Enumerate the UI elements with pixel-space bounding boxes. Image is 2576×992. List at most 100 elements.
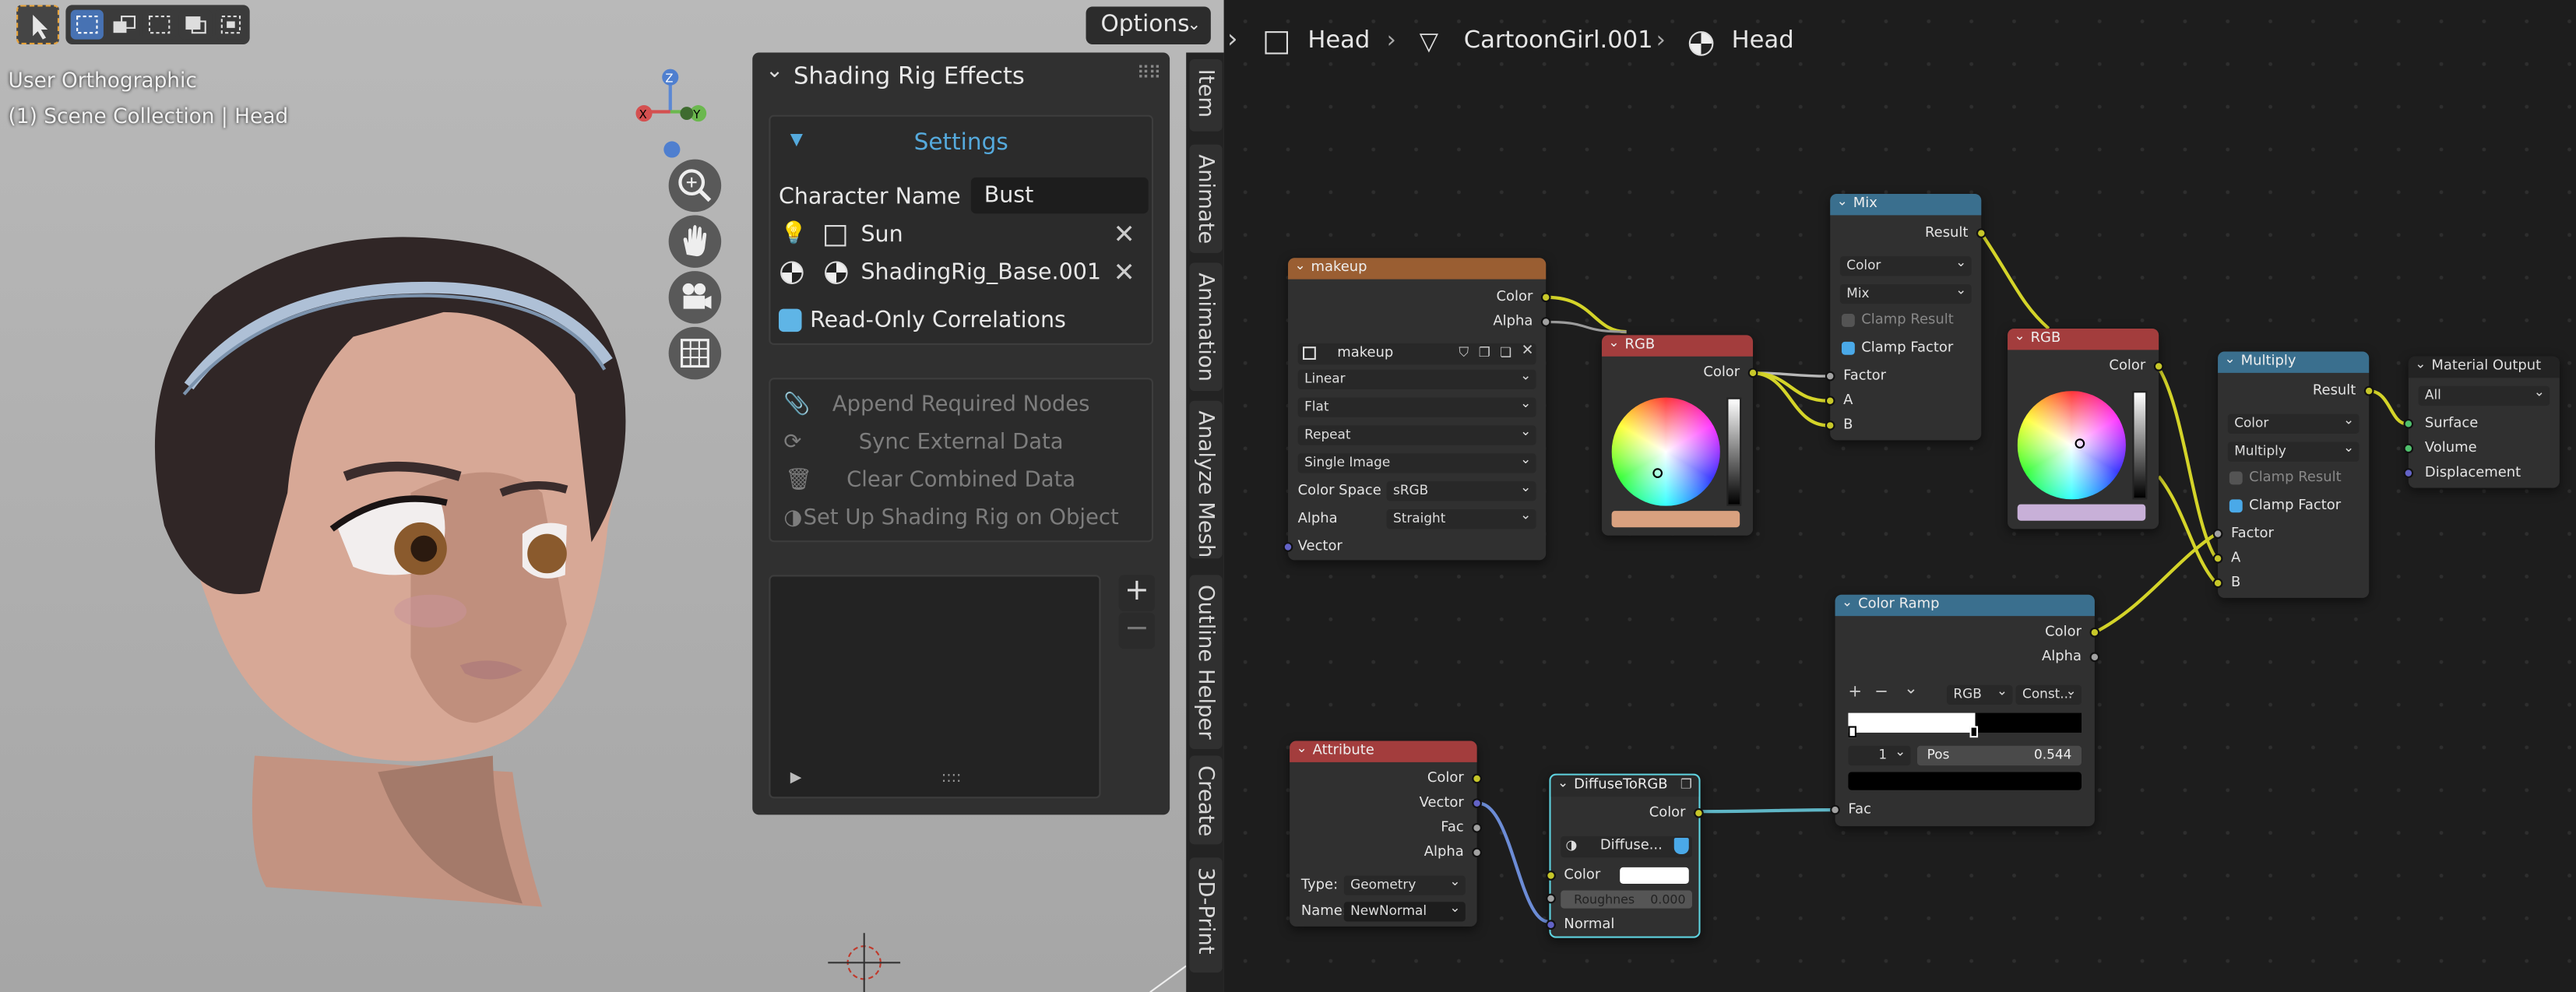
group-selector[interactable]: ◑ Diffuse...: [1561, 835, 1692, 858]
tab-animation[interactable]: Animation: [1189, 262, 1223, 392]
value-slider[interactable]: [2132, 391, 2148, 500]
color-wheel[interactable]: [1611, 397, 1720, 506]
alpha-dropdown[interactable]: Straight: [1386, 506, 1536, 529]
light-row[interactable]: 💡 Sun ✕: [770, 219, 1151, 255]
colorspace-dropdown[interactable]: sRGB: [1386, 478, 1536, 501]
node-attribute[interactable]: Attribute Color Vector Fac Alpha Type: G…: [1290, 737, 1482, 927]
node-header[interactable]: Color Ramp: [1835, 591, 2095, 617]
socket[interactable]: [1472, 773, 1482, 784]
clamp-factor-checkbox[interactable]: [1841, 341, 1855, 355]
socket[interactable]: [2403, 443, 2414, 454]
socket[interactable]: [1825, 420, 1835, 431]
node-rgb-1[interactable]: RGB Color: [1601, 332, 1758, 536]
sync-external-button[interactable]: ⟳ Sync External Data: [770, 425, 1151, 461]
source-dropdown[interactable]: Single Image: [1297, 450, 1536, 473]
open-folder-icon[interactable]: ❏: [1500, 345, 1511, 360]
interpolation-dropdown[interactable]: Linear: [1297, 366, 1536, 389]
play-icon[interactable]: ▶: [790, 770, 802, 786]
socket[interactable]: [2212, 553, 2223, 564]
clamp-result-checkbox[interactable]: [2229, 471, 2243, 485]
chevron-down-icon[interactable]: ⌄: [765, 59, 783, 84]
socket[interactable]: [1694, 807, 1704, 818]
ramp-interp-dropdown[interactable]: Const...: [2015, 682, 2082, 705]
clamp-factor-checkbox[interactable]: [2229, 499, 2243, 513]
color-picker-dot[interactable]: [1652, 468, 1663, 478]
chevron-down-icon[interactable]: ⌄: [1904, 680, 1918, 698]
remove-stop-icon[interactable]: −: [1874, 684, 1888, 702]
node-color-ramp[interactable]: Color Ramp Color Alpha + − ⌄ RGB Const..…: [1830, 591, 2100, 827]
socket[interactable]: [1825, 371, 1835, 382]
socket[interactable]: [2403, 468, 2414, 478]
ramp-stop-handle[interactable]: [1848, 726, 1856, 738]
name-input[interactable]: NewNormal: [1343, 899, 1466, 922]
material-row[interactable]: ShadingRig_Base.001 ✕: [770, 256, 1151, 292]
node-header[interactable]: RGB: [1601, 332, 1754, 357]
tab-outline-helper[interactable]: Outline Helper: [1189, 575, 1223, 750]
correlation-list[interactable]: ▶ ::::: [769, 575, 1101, 799]
shader-node-editor[interactable]: › Head › ▽ CartoonGirl.001 › Head makeup…: [1223, 0, 2576, 992]
roughness-slider[interactable]: Roughnes 0.000: [1561, 890, 1692, 909]
clear-data-button[interactable]: 🗑 Clear Combined Data: [770, 463, 1151, 499]
add-item-button[interactable]: +: [1118, 574, 1156, 611]
settings-subpanel-header[interactable]: ▼ Settings: [770, 117, 1151, 167]
panel-header[interactable]: ⌄ Shading Rig Effects ⠿⠿: [752, 53, 1170, 102]
tab-animate[interactable]: Animate: [1189, 144, 1223, 253]
stop-index-field[interactable]: 1: [1848, 743, 1911, 766]
node-rgb-2[interactable]: RGB Color: [2008, 325, 2164, 529]
socket[interactable]: [1472, 847, 1482, 858]
fake-user-icon[interactable]: ⛉: [1459, 345, 1469, 361]
socket[interactable]: [1540, 292, 1551, 303]
socket[interactable]: [1472, 822, 1482, 833]
node-image-texture[interactable]: makeup Color Alpha makeup ⛉ ❐ ❏ ✕ Linear…: [1283, 255, 1551, 561]
node-header[interactable]: makeup: [1288, 255, 1547, 280]
clamp-result-checkbox[interactable]: [1841, 313, 1855, 327]
data-type-dropdown[interactable]: Color: [1839, 253, 1972, 276]
close-icon[interactable]: ✕: [1114, 256, 1135, 287]
socket[interactable]: [2153, 361, 2164, 371]
node-header[interactable]: Material Output: [2408, 354, 2560, 378]
node-diffuse-to-rgb[interactable]: DiffuseToRGB ❐ Color ◑ Diffuse... Color …: [1546, 772, 1704, 938]
resize-grip-icon[interactable]: ::::: [941, 770, 962, 786]
socket[interactable]: [2089, 627, 2100, 638]
socket[interactable]: [1546, 893, 1556, 904]
socket[interactable]: [1976, 228, 1987, 238]
close-icon[interactable]: ✕: [1522, 343, 1534, 360]
tab-3d-print[interactable]: 3D-Print: [1189, 857, 1223, 973]
drag-handle-icon[interactable]: ⠿⠿: [1137, 62, 1162, 83]
socket[interactable]: [2363, 385, 2374, 396]
socket[interactable]: [2212, 529, 2223, 539]
node-header[interactable]: Mix: [1830, 191, 1982, 216]
stop-color-field[interactable]: [1848, 772, 2082, 790]
tab-item[interactable]: Item: [1189, 58, 1223, 132]
tab-create[interactable]: Create: [1189, 755, 1223, 845]
readonly-checkbox[interactable]: [778, 308, 802, 332]
node-multiply[interactable]: Multiply Result Color Multiply Clamp Res…: [2212, 348, 2374, 598]
image-selector[interactable]: makeup ⛉ ❐ ❏ ✕: [1297, 343, 1536, 365]
socket[interactable]: [2403, 418, 2414, 429]
node-mix[interactable]: Mix Result Color Mix Clamp Result Clamp …: [1825, 191, 1987, 441]
socket[interactable]: [1830, 804, 1840, 815]
value-slider[interactable]: [1726, 397, 1742, 506]
node-header[interactable]: RGB: [2008, 325, 2159, 350]
node-header[interactable]: Attribute: [1290, 737, 1477, 762]
rgb1-swatch[interactable]: [1611, 511, 1740, 528]
extension-dropdown[interactable]: Repeat: [1297, 422, 1536, 445]
tab-analyze-mesh[interactable]: Analyze Mesh: [1189, 400, 1223, 559]
duplicate-icon[interactable]: ❐: [1479, 345, 1490, 360]
add-stop-icon[interactable]: +: [1848, 684, 1862, 702]
rgb2-swatch[interactable]: [2017, 504, 2146, 521]
node-header[interactable]: DiffuseToRGB: [1550, 772, 1699, 797]
color-swatch[interactable]: [1620, 867, 1689, 885]
color-picker-dot[interactable]: [2075, 438, 2085, 449]
socket[interactable]: [1546, 871, 1556, 881]
append-nodes-button[interactable]: 📎 Append Required Nodes: [770, 388, 1151, 424]
target-dropdown[interactable]: All: [2418, 383, 2550, 406]
ramp-mode-dropdown[interactable]: RGB: [1946, 682, 2013, 705]
close-icon[interactable]: ✕: [1114, 219, 1135, 250]
projection-dropdown[interactable]: Flat: [1297, 394, 1536, 417]
data-type-dropdown[interactable]: Color: [2227, 410, 2360, 434]
shield-icon[interactable]: [1673, 837, 1689, 855]
node-header[interactable]: Multiply: [2218, 348, 2370, 373]
type-dropdown[interactable]: Geometry: [1343, 872, 1466, 895]
socket[interactable]: [1283, 542, 1293, 552]
